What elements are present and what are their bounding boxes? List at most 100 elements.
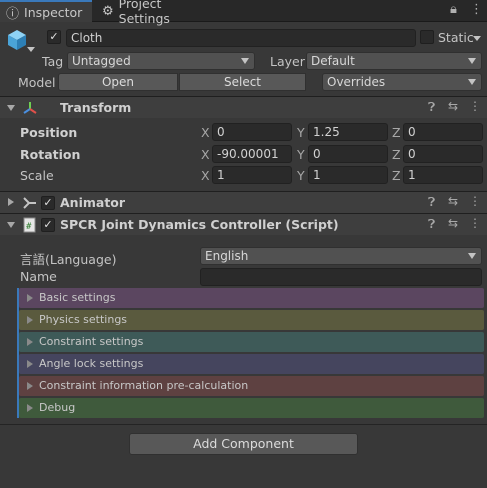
- more-options-icon[interactable]: ⋮: [469, 194, 481, 208]
- language-dropdown[interactable]: English: [200, 247, 482, 265]
- foldout-arrow-icon[interactable]: [7, 222, 15, 228]
- help-icon[interactable]: ❓︎: [428, 100, 435, 115]
- scale-z-field[interactable]: 1: [403, 166, 483, 184]
- scale-x-field[interactable]: 1: [212, 166, 292, 184]
- preset-icon[interactable]: ⇆: [448, 216, 458, 230]
- tab-project-settings-label: Project Settings: [118, 0, 170, 26]
- help-icon[interactable]: ❓︎: [428, 195, 435, 210]
- model-label: Model: [18, 75, 56, 90]
- language-label: 言語(Language): [20, 252, 117, 267]
- scale-y-field[interactable]: 1: [308, 166, 388, 184]
- z-label: Z: [392, 168, 401, 183]
- tab-bar: ⓘ Inspector ⚙ Project Settings 🔒︎ ⋮: [0, 0, 487, 26]
- script-header[interactable]: # ✓ SPCR Joint Dynamics Controller (Scri…: [0, 213, 487, 235]
- rotation-label: Rotation: [20, 147, 81, 162]
- position-y-field[interactable]: 1.25: [308, 123, 388, 141]
- section-label: Debug: [39, 401, 76, 414]
- more-options-icon[interactable]: ⋮: [469, 99, 481, 113]
- overrides-dropdown[interactable]: Overrides: [322, 73, 482, 91]
- icon-dropdown-caret[interactable]: [27, 47, 35, 52]
- overrides-label: Overrides: [327, 75, 386, 89]
- static-label: Static: [438, 30, 474, 45]
- static-checkbox[interactable]: [420, 30, 434, 44]
- section-label: Physics settings: [39, 313, 128, 326]
- chevron-right-icon: [27, 360, 33, 368]
- y-label: Y: [297, 147, 305, 162]
- script-title: SPCR Joint Dynamics Controller (Script): [60, 217, 339, 232]
- section-angle-lock-settings[interactable]: Angle lock settings: [19, 354, 484, 374]
- info-icon: ⓘ: [6, 6, 20, 22]
- section-label: Angle lock settings: [39, 357, 144, 370]
- prefab-cube-icon[interactable]: [6, 28, 28, 52]
- section-physics-settings[interactable]: Physics settings: [19, 310, 484, 330]
- transform-title: Transform: [60, 100, 132, 115]
- position-z-field[interactable]: 0: [403, 123, 483, 141]
- tag-value: Untagged: [72, 54, 131, 68]
- open-button[interactable]: Open: [58, 73, 178, 91]
- tab-inspector[interactable]: ⓘ Inspector: [0, 0, 92, 22]
- position-label: Position: [20, 125, 78, 140]
- script-enabled-checkbox[interactable]: ✓: [41, 218, 55, 232]
- animator-header[interactable]: ✓ Animator ❓︎ ⇆ ⋮: [0, 191, 487, 213]
- preset-icon[interactable]: ⇆: [448, 99, 458, 113]
- chevron-right-icon: [27, 316, 33, 324]
- z-label: Z: [392, 125, 401, 140]
- chevron-down-icon: [468, 253, 476, 259]
- tab-project-settings[interactable]: ⚙ Project Settings: [96, 0, 216, 26]
- preset-icon[interactable]: ⇆: [448, 194, 458, 208]
- add-component-button[interactable]: Add Component: [129, 433, 358, 455]
- x-label: X: [201, 147, 210, 162]
- chevron-down-icon: [241, 58, 249, 64]
- x-label: X: [201, 125, 210, 140]
- gear-icon: ⚙: [102, 3, 114, 19]
- position-x-field[interactable]: 0: [212, 123, 292, 141]
- foldout-arrow-icon[interactable]: [8, 198, 14, 206]
- transform-icon: [22, 100, 38, 116]
- layer-label: Layer: [270, 54, 305, 69]
- divider: [0, 424, 487, 425]
- section-label: Constraint settings: [39, 335, 144, 348]
- chevron-down-icon: [468, 58, 476, 64]
- active-checkbox[interactable]: ✓: [47, 30, 61, 44]
- animator-enabled-checkbox[interactable]: ✓: [41, 196, 55, 210]
- svg-text:#: #: [26, 222, 32, 232]
- animator-title: Animator: [60, 195, 126, 210]
- section-debug[interactable]: Debug: [19, 398, 484, 418]
- select-button[interactable]: Select: [179, 73, 306, 91]
- section-constraint-precalc[interactable]: Constraint information pre-calculation: [19, 376, 484, 396]
- chevron-down-icon: [468, 79, 476, 85]
- animator-icon: [22, 195, 38, 211]
- script-icon: #: [22, 217, 38, 233]
- tab-inspector-label: Inspector: [24, 4, 83, 20]
- chevron-right-icon: [27, 382, 33, 390]
- y-label: Y: [297, 168, 305, 183]
- layer-value: Default: [311, 54, 355, 68]
- static-dropdown-caret[interactable]: [473, 36, 481, 41]
- chevron-right-icon: [27, 338, 33, 346]
- section-label: Basic settings: [39, 291, 116, 304]
- language-value: English: [205, 249, 249, 263]
- section-basic-settings[interactable]: Basic settings: [19, 288, 484, 308]
- rotation-x-field[interactable]: -90.00001: [212, 145, 292, 163]
- x-label: X: [201, 168, 210, 183]
- rotation-z-field[interactable]: 0: [403, 145, 483, 163]
- foldout-arrow-icon[interactable]: [7, 105, 15, 111]
- name-label: Name: [20, 269, 57, 284]
- tag-dropdown[interactable]: Untagged: [67, 52, 255, 70]
- object-name-field[interactable]: Cloth: [66, 29, 416, 47]
- name-field[interactable]: [200, 268, 482, 286]
- layer-dropdown[interactable]: Default: [306, 52, 482, 70]
- z-label: Z: [392, 147, 401, 162]
- section-label: Constraint information pre-calculation: [39, 379, 249, 392]
- help-icon[interactable]: ❓︎: [428, 217, 435, 232]
- section-constraint-settings[interactable]: Constraint settings: [19, 332, 484, 352]
- more-options-icon[interactable]: ⋮: [469, 216, 481, 230]
- transform-header[interactable]: Transform ❓︎ ⇆ ⋮: [0, 96, 487, 118]
- more-options-icon[interactable]: ⋮: [470, 2, 483, 17]
- chevron-right-icon: [27, 294, 33, 302]
- y-label: Y: [297, 125, 305, 140]
- tag-label: Tag: [42, 54, 64, 69]
- scale-label: Scale: [20, 168, 54, 183]
- rotation-y-field[interactable]: 0: [308, 145, 388, 163]
- lock-icon[interactable]: 🔒︎: [450, 2, 457, 17]
